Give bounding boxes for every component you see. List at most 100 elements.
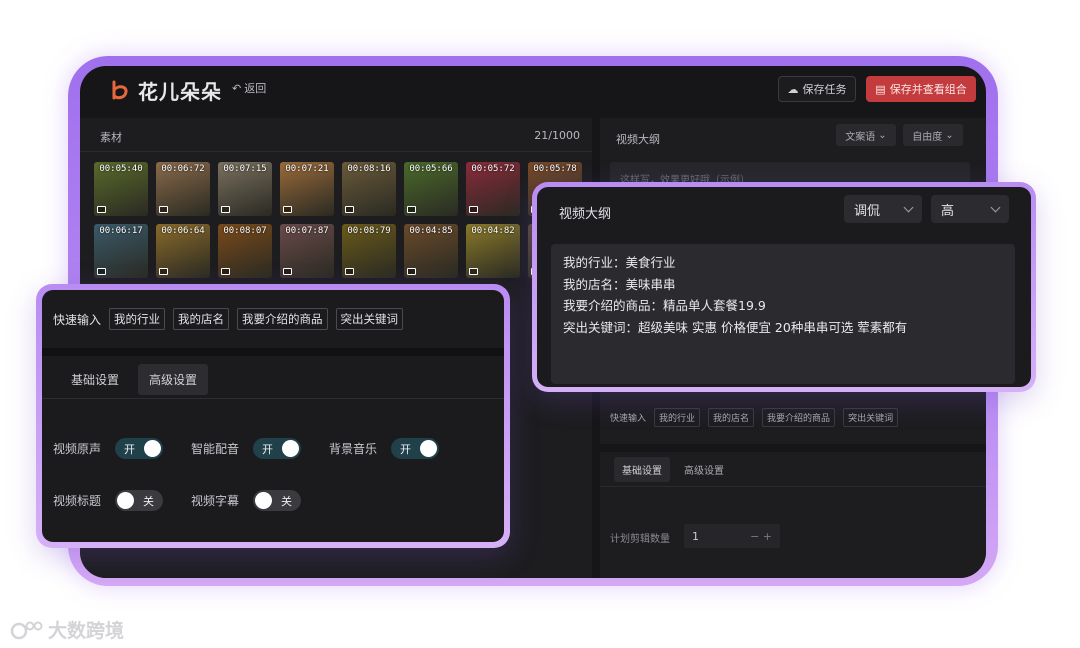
- outline-card: 视频大纲 调侃 高 我的行业：美食行业 我的店名：美味串串 我要介绍的商品：精品…: [532, 182, 1036, 392]
- thumbnail-duration: 00:05:40: [99, 164, 143, 174]
- toggle-state: 开: [400, 443, 411, 456]
- material-thumbnail[interactable]: 00:07:21: [280, 162, 334, 216]
- material-thumbnail[interactable]: 00:06:72: [156, 162, 210, 216]
- materials-count: 21/1000: [534, 129, 580, 142]
- video-type-icon: [283, 268, 292, 275]
- material-thumbnail[interactable]: 00:05:72: [466, 162, 520, 216]
- original-audio-toggle[interactable]: 开: [115, 438, 163, 459]
- video-type-icon: [345, 206, 354, 213]
- brand-mark-icon: [112, 80, 128, 99]
- chip-product[interactable]: 我要介绍的商品: [237, 308, 328, 330]
- stepper-controls[interactable]: − +: [750, 530, 772, 543]
- material-thumbnail[interactable]: 00:08:79: [342, 224, 396, 278]
- divider: [600, 486, 986, 487]
- tab-basic-settings[interactable]: 基础设置: [614, 457, 670, 482]
- divider: [600, 444, 986, 452]
- outline-card-title: 视频大纲: [559, 207, 612, 222]
- chip-shop-name[interactable]: 我的店名: [173, 308, 230, 330]
- toggle-state: 关: [281, 495, 292, 508]
- video-title-toggle[interactable]: 关: [115, 490, 163, 511]
- plan-count-stepper[interactable]: 1 − +: [684, 524, 780, 548]
- material-thumbnail[interactable]: 00:06:64: [156, 224, 210, 278]
- switch-row: 视频原声 开 智能配音 开 背景音乐 开: [53, 438, 467, 459]
- tone-select[interactable]: 文案语 ⌄: [836, 124, 896, 146]
- level-dropdown[interactable]: 高: [931, 195, 1009, 223]
- divider: [42, 348, 504, 356]
- watermark-text: 大数跨境: [48, 620, 125, 642]
- video-type-icon: [221, 206, 230, 213]
- settings-tabs: 基础设置 高级设置: [60, 364, 209, 395]
- settings-card: 快速输入 我的行业 我的店名 我要介绍的商品 突出关键词 基础设置 高级设置 视…: [36, 284, 510, 548]
- material-thumbnail[interactable]: 00:06:17: [94, 224, 148, 278]
- tab-advanced-settings[interactable]: 高级设置: [138, 364, 209, 395]
- video-type-icon: [407, 268, 416, 275]
- thumbnail-duration: 00:04:82: [471, 226, 515, 236]
- brand-logo: 花儿朵朵: [108, 76, 222, 105]
- material-thumbnail[interactable]: 00:04:82: [466, 224, 520, 278]
- back-button[interactable]: ↶ 返回: [232, 80, 266, 96]
- chevron-down-icon: ⌄: [945, 129, 954, 141]
- video-type-icon: [407, 206, 416, 213]
- background-music-toggle[interactable]: 开: [391, 438, 439, 459]
- settings-tabs: 基础设置 高级设置: [614, 457, 732, 482]
- chevron-down-icon: [903, 202, 914, 212]
- materials-title: 素材: [100, 131, 122, 144]
- chip-keywords[interactable]: 突出关键词: [843, 408, 899, 427]
- outline-text-box[interactable]: 我的行业：美食行业 我的店名：美味串串 我要介绍的商品：精品单人套餐19.9 突…: [551, 244, 1015, 384]
- document-icon: ▤: [875, 82, 886, 96]
- watermark: 大数跨境: [10, 616, 124, 643]
- video-type-icon: [469, 268, 478, 275]
- thumbnail-duration: 00:07:21: [285, 164, 329, 174]
- chip-industry[interactable]: 我的行业: [654, 408, 701, 427]
- save-view-label: 保存并查看组合: [889, 83, 967, 96]
- tab-basic-settings[interactable]: 基础设置: [60, 364, 130, 395]
- tone-dropdown[interactable]: 调侃: [844, 195, 922, 223]
- outline-line: 突出关键词：超级美味 实惠 价格便宜 20种串串可选 荤素都有: [563, 319, 908, 335]
- smart-voiceover-toggle[interactable]: 开: [253, 438, 301, 459]
- video-title-label: 视频标题: [53, 494, 102, 508]
- save-task-button[interactable]: ☁ 保存任务: [778, 76, 856, 102]
- background-music-label: 背景音乐: [329, 442, 378, 456]
- material-thumbnail[interactable]: 00:05:66: [404, 162, 458, 216]
- materials-header: 素材 21/1000: [80, 118, 592, 152]
- video-type-icon: [283, 206, 292, 213]
- video-type-icon: [159, 206, 168, 213]
- video-type-icon: [159, 268, 168, 275]
- thumbnail-duration: 00:06:72: [161, 164, 205, 174]
- outline-line: 我要介绍的商品：精品单人套餐19.9: [563, 298, 766, 313]
- thumbnail-duration: 00:04:85: [409, 226, 453, 236]
- chip-keywords[interactable]: 突出关键词: [335, 308, 404, 330]
- thumbnail-duration: 00:06:64: [161, 226, 205, 236]
- back-label: 返回: [244, 82, 267, 95]
- toggle-knob: [117, 492, 134, 509]
- smart-voiceover-label: 智能配音: [191, 442, 240, 456]
- material-thumbnail[interactable]: 00:08:07: [218, 224, 272, 278]
- material-thumbnail[interactable]: 00:07:15: [218, 162, 272, 216]
- material-thumbnail[interactable]: 00:05:40: [94, 162, 148, 216]
- thumbnail-duration: 00:08:16: [347, 164, 391, 174]
- outline-line: 我的行业：美食行业: [563, 255, 676, 270]
- material-thumbnail[interactable]: 00:04:85: [404, 224, 458, 278]
- original-audio-label: 视频原声: [53, 442, 102, 456]
- tab-advanced-settings[interactable]: 高级设置: [676, 457, 732, 482]
- chip-industry[interactable]: 我的行业: [109, 308, 166, 330]
- thumbnail-duration: 00:06:17: [99, 226, 143, 236]
- tone-value: 调侃: [854, 203, 881, 219]
- video-subtitle-toggle[interactable]: 关: [253, 490, 301, 511]
- freedom-select[interactable]: 自由度 ⌄: [903, 124, 963, 146]
- quick-input-label: 快速输入: [610, 414, 647, 424]
- chip-product[interactable]: 我要介绍的商品: [762, 408, 836, 427]
- app-header: 花儿朵朵 ↶ 返回 ☁ 保存任务 ▤ 保存并查看组合: [80, 66, 986, 114]
- toggle-state: 关: [143, 495, 154, 508]
- tone-select-label: 文案语: [845, 131, 876, 143]
- thumbnail-duration: 00:08:79: [347, 226, 391, 236]
- save-and-view-button[interactable]: ▤ 保存并查看组合: [866, 76, 976, 102]
- toggle-state: 开: [262, 443, 273, 456]
- material-thumbnail[interactable]: 00:08:16: [342, 162, 396, 216]
- thumbnail-duration: 00:08:07: [223, 226, 267, 236]
- video-type-icon: [221, 268, 230, 275]
- video-subtitle-label: 视频字幕: [191, 494, 240, 508]
- video-type-icon: [469, 206, 478, 213]
- material-thumbnail[interactable]: 00:07:87: [280, 224, 334, 278]
- chip-shop-name[interactable]: 我的店名: [708, 408, 755, 427]
